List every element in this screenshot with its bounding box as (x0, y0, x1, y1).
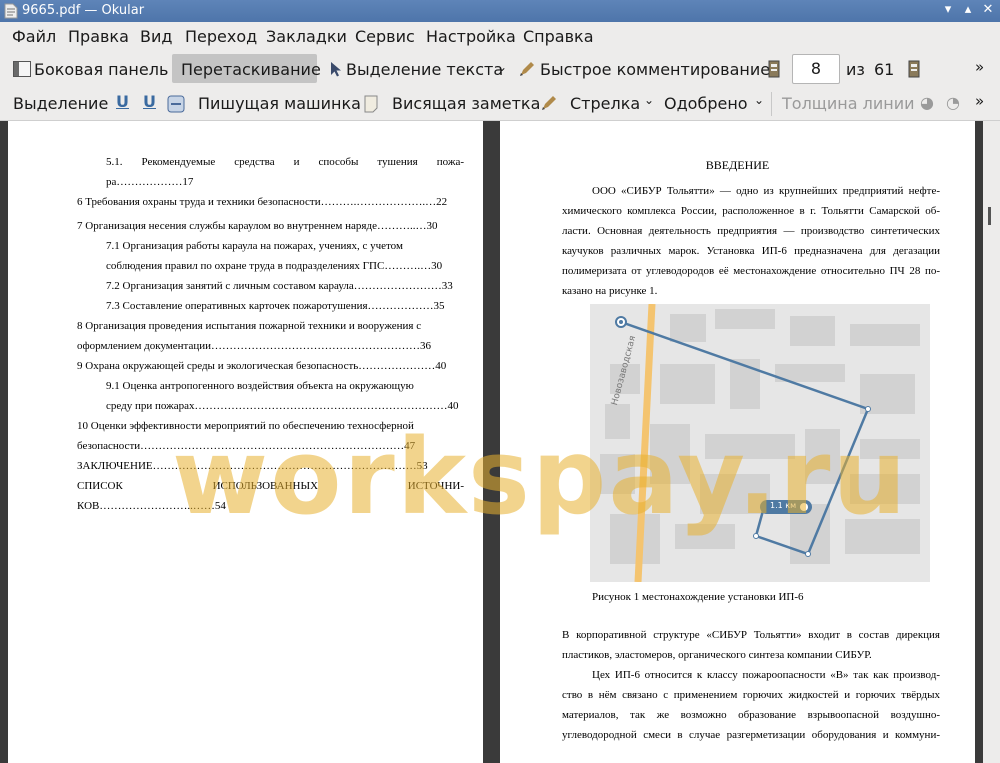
page-of-label: из (846, 60, 865, 79)
paragraph-line: материалов, так же возможно образование … (562, 709, 940, 721)
paragraph-line: ласти. Основная деятельность предприятия… (562, 225, 940, 237)
line-width-control: Толщина линии (782, 94, 915, 113)
vertical-scrollbar[interactable] (983, 121, 1000, 763)
menu-tools[interactable]: Сервис (355, 27, 415, 46)
sidebar-button[interactable]: Боковая панель (34, 60, 168, 79)
toc-line: 7.1 Организация работы караула на пожара… (106, 240, 403, 252)
text-select-button[interactable]: Выделение текста (346, 60, 503, 79)
menubar: Файл Правка Вид Переход Закладки Сервис … (0, 22, 1000, 50)
cursor-arrow-icon (331, 62, 341, 77)
toc-line: 8 Организация проведения испытания пожар… (77, 320, 422, 332)
window-titlebar: 9665.pdf — Okular ▾ ▴ ✕ (0, 0, 1000, 22)
menu-bookmarks[interactable]: Закладки (266, 27, 347, 46)
quick-comment-button[interactable]: Быстрое комментирование (540, 60, 770, 79)
figure-caption: Рисунок 1 местонахождение установки ИП-6 (592, 591, 804, 603)
menu-edit[interactable]: Правка (68, 27, 129, 46)
location-map: Новозаводская 1.1 км (590, 304, 930, 582)
page-number-input[interactable]: 8 (792, 54, 840, 84)
arrow-tool[interactable]: Стрелка (570, 94, 640, 113)
toc-line: 9 Охрана окружающей среды и экологическа… (77, 360, 447, 372)
sidebar-icon (13, 61, 31, 77)
chevron-down-icon[interactable]: ⌄ (644, 93, 654, 107)
paragraph-line: ООО «СИБУР Тольятти» — одно из крупнейши… (592, 185, 940, 197)
paragraph-line: казано на рисунке 1. (562, 285, 658, 297)
close-icon[interactable]: ✕ (980, 2, 996, 18)
chevron-down-icon[interactable]: ⌄ (754, 93, 764, 107)
opacity-icon: ◔ (946, 93, 960, 112)
minimize-icon[interactable]: ▾ (940, 2, 956, 18)
drag-mode-button[interactable]: Перетаскивание (181, 60, 321, 79)
overflow-menu-icon[interactable]: » (975, 92, 984, 110)
paragraph-line: каучуков различных марок. Установка ИП-6… (562, 245, 940, 257)
highlight-tool[interactable]: Выделение (13, 94, 108, 113)
main-toolbar: Боковая панель Перетаскивание Выделение … (0, 50, 1000, 88)
previous-page-icon[interactable] (768, 60, 780, 78)
strikeout-icon[interactable] (167, 95, 185, 113)
pen-icon (542, 96, 556, 110)
paragraph-line: В корпоративной структуре «СИБУР Тольятт… (562, 629, 940, 641)
paragraph-line: углеводородной смеси в случае разгермети… (562, 729, 940, 741)
typewriter-tool[interactable]: Пишущая машинка (198, 94, 361, 113)
toc-line: 10 Оценки эффективности мероприятий по о… (77, 420, 414, 432)
window-title: 9665.pdf — Okular (22, 3, 145, 18)
menu-settings[interactable]: Настройка (426, 27, 516, 46)
paragraph-line: ство в нём связано с применением горючих… (562, 689, 940, 701)
stamp-approved-tool[interactable]: Одобрено (664, 94, 748, 113)
chevron-down-icon[interactable]: ⌄ (497, 60, 507, 74)
maximize-icon[interactable]: ▴ (960, 2, 976, 18)
toolbar-separator (771, 92, 772, 116)
toc-line: 5.1. Рекомендуемые средства и способы ту… (106, 156, 464, 168)
color-icon: ◕ (920, 93, 934, 112)
toc-line: 7 Организация несения службы караулом во… (77, 220, 438, 232)
toc-line: 7.3 Составление оперативных карточек пож… (106, 300, 445, 312)
toc-line: 7.2 Организация занятий с личным составо… (106, 280, 453, 292)
map-distance-label: 1.1 км (770, 501, 797, 510)
document-icon (4, 3, 18, 19)
toc-line: 6 Требования охраны труда и техники безо… (77, 196, 448, 208)
toc-line: оформлением документации…………………………………………… (77, 340, 432, 352)
page-total-label: 61 (874, 60, 895, 79)
squiggle-icon[interactable]: U (143, 92, 156, 111)
toc-line: 9.1 Оценка антропогенного воздействия об… (106, 380, 414, 392)
menu-file[interactable]: Файл (12, 27, 56, 46)
menu-go[interactable]: Переход (185, 27, 257, 46)
toc-line: среду при пожарах……………………………………………………………… (106, 400, 459, 412)
toc-line: КОВ……………………..……54 (77, 500, 226, 512)
next-page-icon[interactable] (908, 60, 920, 78)
menu-view[interactable]: Вид (140, 27, 172, 46)
annotation-toolbar: Выделение U U Пишущая машинка Висящая за… (0, 88, 1000, 121)
hanging-note-tool[interactable]: Висящая заметка (392, 94, 540, 113)
pen-icon (520, 62, 534, 76)
page-left: 5.1. Рекомендуемые средства и способы ту… (8, 121, 483, 763)
toc-line: ЗАКЛЮЧЕНИЕ………………………………………………………………53 (77, 460, 428, 472)
toc-line: соблюдения правил по охране труда в подр… (106, 260, 443, 272)
menu-help[interactable]: Справка (523, 27, 594, 46)
paragraph-line: полимеризата от углеводородов её местона… (562, 265, 940, 277)
paragraph-line: пластиков, эластомеров, органического си… (562, 649, 872, 661)
map-graphic (590, 304, 930, 582)
note-icon (364, 95, 378, 113)
page-heading: ВВЕДЕНИЕ (705, 158, 770, 172)
paragraph-line: химического комплекса России, расположен… (562, 205, 940, 217)
toc-line: СПИСОК ИСПОЛЬЗОВАННЫХ ИСТОЧНИ- (77, 480, 464, 492)
paragraph-line: Цех ИП-6 относится к классу пожароопасно… (592, 669, 940, 681)
scrollbar-thumb[interactable] (988, 207, 991, 225)
underline-icon[interactable]: U (116, 92, 129, 111)
toc-line: безопасности………………………………………………………………47 (77, 440, 416, 452)
overflow-menu-icon[interactable]: » (975, 58, 984, 76)
toc-line: ра………………17 (106, 176, 194, 188)
page-right: ВВЕДЕНИЕ ООО «СИБУР Тольятти» — одно из … (500, 121, 975, 763)
document-view[interactable]: 5.1. Рекомендуемые средства и способы ту… (0, 121, 1000, 763)
